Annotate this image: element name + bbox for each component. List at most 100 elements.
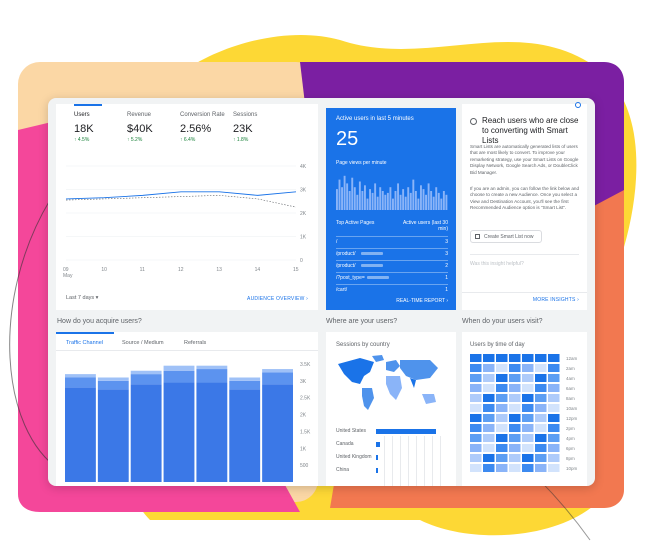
page-path: /product/ <box>336 251 356 257</box>
stacked-bar-segment <box>196 369 228 383</box>
pageview-bar <box>374 183 377 210</box>
metric-delta: ↑ 6.4% <box>180 137 196 143</box>
hour-label: 4am <box>566 376 575 381</box>
audience-overview-link[interactable]: AUDIENCE OVERVIEW › <box>247 296 308 302</box>
pageview-bar <box>371 192 374 210</box>
stacked-bar-segment <box>229 377 261 381</box>
heatmap-cell <box>548 424 560 432</box>
x-tick-label: 11 <box>140 267 145 273</box>
hour-label: 12pm <box>566 416 578 421</box>
hour-label: 2pm <box>566 426 575 431</box>
pageview-bar <box>376 196 379 210</box>
divider <box>470 254 579 255</box>
create-smart-list-button[interactable]: Create Smart List now <box>470 230 542 243</box>
pageview-bar <box>394 191 397 210</box>
metric-delta: ↑ 1.8% <box>233 137 249 143</box>
africa-shape <box>386 376 402 400</box>
realtime-page-row[interactable]: /product/3 <box>336 248 448 258</box>
realtime-page-row[interactable]: /?post_type= 1 <box>336 272 448 282</box>
heatmap-cell <box>496 364 508 372</box>
pageview-bar <box>420 185 422 210</box>
stacked-bar-segment <box>229 380 261 390</box>
heatmap-cell <box>509 374 521 382</box>
hour-label: 12am <box>566 356 578 361</box>
country-bar <box>376 468 378 473</box>
heatmap-cell <box>496 464 508 472</box>
divider <box>56 350 318 351</box>
y-tick-label: 3.5K <box>300 362 311 368</box>
realtime-page-row[interactable]: /3 <box>336 236 448 246</box>
heatmap-cell <box>496 354 508 362</box>
x-tick-label: 12 <box>178 267 184 273</box>
x-tick-label: 15 <box>293 267 299 273</box>
pageview-bar <box>386 192 389 210</box>
realtime-report-link[interactable]: REAL-TIME REPORT › <box>396 298 448 304</box>
page-active-users: 2 <box>445 263 448 269</box>
metric-label[interactable]: Users <box>74 112 90 118</box>
when-section-title: When do your users visit? <box>462 318 543 325</box>
heatmap-cell <box>496 454 508 462</box>
insight-title: Reach users who are close to converting … <box>482 116 579 145</box>
heatmap-cell <box>509 424 521 432</box>
heatmap-cell <box>522 384 534 392</box>
gridline <box>384 436 385 486</box>
pageviews-label: Page views per minute <box>336 160 387 166</box>
tab-source-medium[interactable]: Source / Medium <box>122 340 164 346</box>
realtime-page-row[interactable]: /cart/1 <box>336 284 448 294</box>
heatmap-cell <box>470 364 482 372</box>
pageview-bar <box>397 183 399 210</box>
stacked-bar-segment <box>65 387 96 482</box>
gridline <box>440 436 441 486</box>
pageview-bar <box>369 189 371 210</box>
heatmap-cell <box>535 384 547 392</box>
country-name: China <box>336 467 350 473</box>
when-panel: Users by time of day 12am 2am 4am 6am 8am 10a… <box>462 332 587 486</box>
heatmap-cell <box>548 444 560 452</box>
create-smart-list-label: Create Smart List now <box>484 234 534 240</box>
tab-referrals[interactable]: Referrals <box>184 340 206 346</box>
chevron-right-icon: › <box>446 298 448 304</box>
heatmap-cell <box>509 354 521 362</box>
metric-value: 18K <box>74 123 94 135</box>
pageview-bar <box>343 175 346 210</box>
metric-label: Conversion Rate <box>180 112 225 118</box>
more-insights-link[interactable]: MORE INSIGHTS › <box>533 297 579 303</box>
country-name: United States <box>336 428 367 434</box>
heatmap-cell <box>470 424 482 432</box>
date-range-select[interactable]: Last 7 days ▾ <box>66 295 98 301</box>
redacted-path <box>361 264 383 267</box>
y-tick-label: 2K <box>300 211 307 217</box>
y-tick-label: 2K <box>300 413 307 419</box>
page-path: /?post_type= <box>336 275 365 281</box>
x-tick-label: May <box>63 273 73 279</box>
heatmap-cell <box>535 464 547 472</box>
heatmap-cell <box>470 404 482 412</box>
heatmap-cell <box>548 384 560 392</box>
insight-helpful-prompt[interactable]: Was this insight helpful? <box>470 261 524 267</box>
pageview-bar <box>440 198 443 210</box>
heatmap-cell <box>483 384 495 392</box>
tab-traffic-channel[interactable]: Traffic Channel <box>66 340 103 346</box>
heatmap-cell <box>483 464 495 472</box>
hour-label: 6pm <box>566 446 575 451</box>
heatmap-cell <box>522 354 534 362</box>
stacked-bar-segment <box>97 380 129 390</box>
page-active-users: 1 <box>445 275 448 281</box>
heatmap-cell <box>470 374 482 382</box>
heatmap-cell <box>483 414 495 422</box>
north-america-shape <box>338 358 374 384</box>
stacked-bar-segment <box>163 382 195 482</box>
pageview-bar <box>351 177 354 210</box>
hour-label: 2am <box>566 366 575 371</box>
heatmap-cell <box>470 384 482 392</box>
pageview-bar <box>336 189 338 210</box>
asia-shape <box>400 360 438 380</box>
heatmap-cell <box>548 434 560 442</box>
y-tick-label: 4K <box>300 164 307 170</box>
heatmap-cell <box>470 394 482 402</box>
realtime-page-row[interactable]: /product/2 <box>336 260 448 270</box>
heatmap-cell <box>496 404 508 412</box>
heatmap-cell <box>483 374 495 382</box>
hour-label: 6am <box>566 386 575 391</box>
realtime-title: Active users in last 5 minutes <box>336 116 414 122</box>
